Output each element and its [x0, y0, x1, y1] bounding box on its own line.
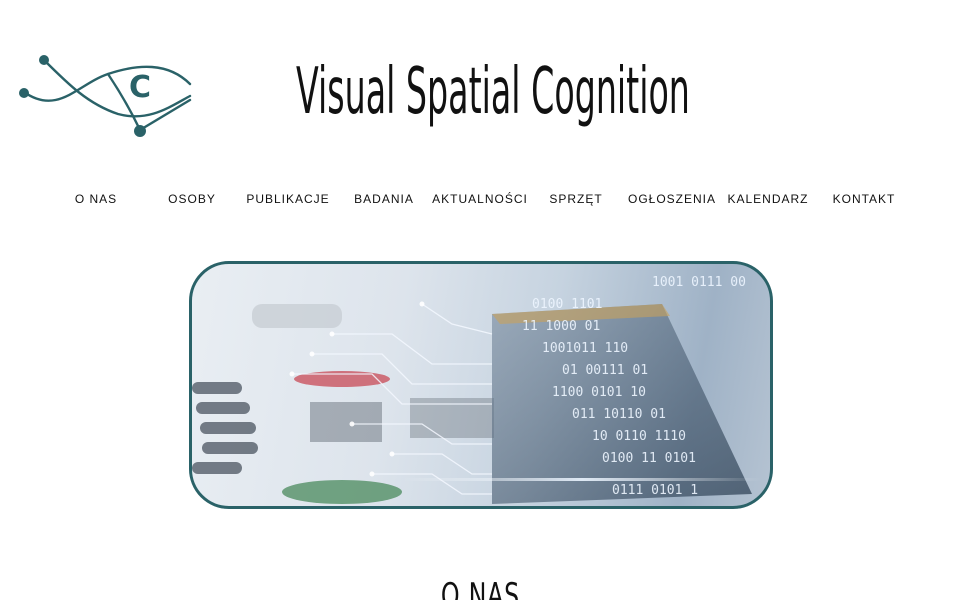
binary-line: 011 10110 01 [572, 407, 666, 422]
nav-item-sprzet[interactable]: SPRZĘT [528, 188, 624, 210]
section-heading: O NAS [0, 576, 960, 600]
binary-line: 11 1000 01 [522, 319, 600, 334]
nav-item-o-nas[interactable]: O NAS [48, 188, 144, 210]
binary-line: 01 00111 01 [562, 363, 648, 378]
nav-item-badania[interactable]: BADANIA [336, 188, 432, 210]
binary-line: 0111 0101 1 [612, 483, 698, 498]
binary-line: 1001 0111 00 [652, 275, 746, 290]
section-heading-text: O NAS [440, 576, 520, 600]
circuit-board-binary-image: 0100 1101 11 1000 01 1001011 110 01 0011… [192, 275, 762, 504]
binary-line: 1100 0101 10 [552, 385, 646, 400]
eye-logo-icon: C [19, 55, 192, 137]
logo-letter: C [129, 70, 151, 105]
nav-item-kontakt[interactable]: KONTAKT [816, 188, 912, 210]
nav-item-ogloszenia[interactable]: OGŁOSZENIA [624, 188, 720, 210]
binary-line: 1001011 110 [542, 341, 628, 356]
binary-line: 0100 11 0101 [602, 451, 696, 466]
main-nav: O NAS OSOBY PUBLIKACJE BADANIA AKTUALNOŚ… [48, 188, 912, 210]
binary-line: 0100 1101 [532, 297, 602, 312]
binary-line: 10 0110 1110 [592, 429, 686, 444]
nav-item-aktualnosci[interactable]: AKTUALNOŚCI [432, 188, 528, 210]
nav-item-osoby[interactable]: OSOBY [144, 188, 240, 210]
nav-item-kalendarz[interactable]: KALENDARZ [720, 188, 816, 210]
site-title: Visual Spatial Cognition [296, 55, 690, 129]
site-logo[interactable]: C [18, 44, 194, 140]
nav-item-publikacje[interactable]: PUBLIKACJE [240, 188, 336, 210]
hero-image: 0100 1101 11 1000 01 1001011 110 01 0011… [189, 261, 773, 509]
